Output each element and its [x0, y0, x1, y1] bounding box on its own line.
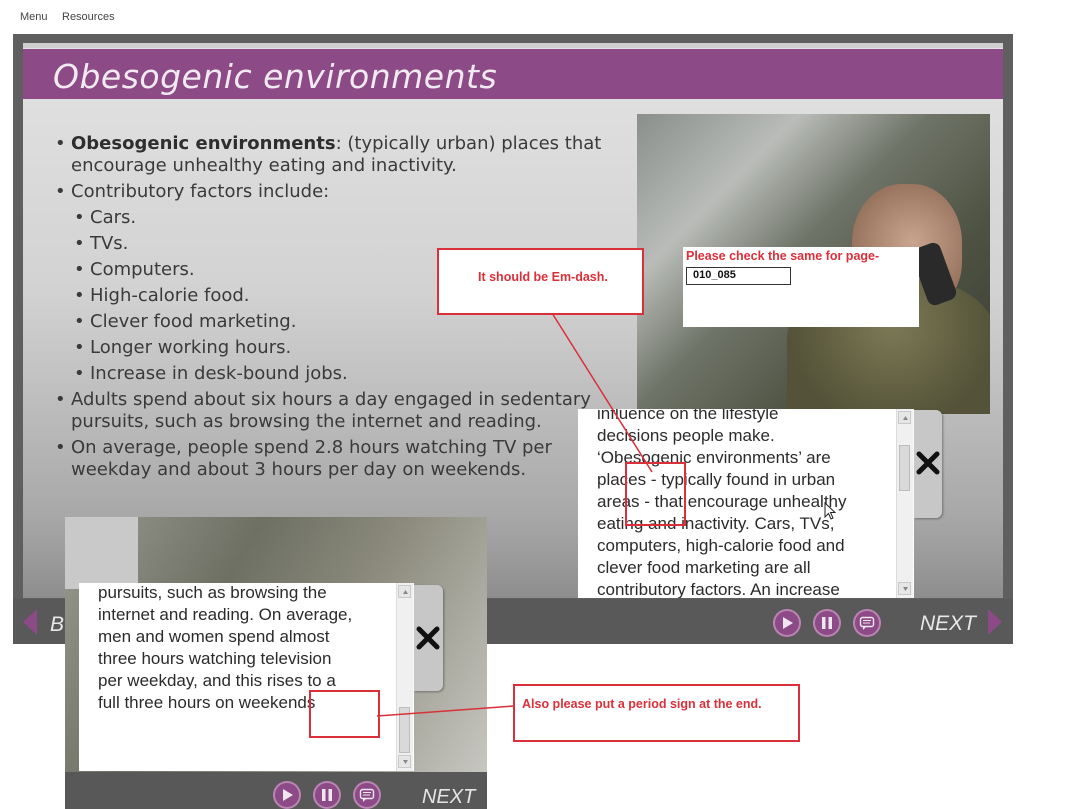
- annotation-em-dash: It should be Em-dash.: [437, 248, 644, 315]
- transcript-line: pursuits, such as browsing the: [98, 583, 327, 602]
- chevron-down-icon: [903, 587, 908, 591]
- chevron-up-icon: [403, 590, 408, 594]
- transcript-icon: [359, 788, 375, 802]
- close-icon: [416, 626, 440, 650]
- menu-link[interactable]: Menu: [20, 11, 48, 23]
- back-button-label[interactable]: B: [50, 613, 64, 637]
- annotation-check-page: Please check the same for page- 010_085: [683, 247, 919, 327]
- annotation-text: Please check the same for page-: [686, 249, 880, 263]
- transcript-line: contributory factors. An increase: [597, 580, 840, 598]
- transcript-scrollbar-left[interactable]: [396, 583, 413, 771]
- resources-link[interactable]: Resources: [62, 11, 115, 23]
- pause-button-secondary[interactable]: [313, 781, 341, 809]
- chevron-down-icon: [403, 760, 408, 764]
- sub-bullet-item: Increase in desk-bound jobs.: [74, 363, 615, 385]
- annotation-text: It should be Em-dash.: [478, 270, 608, 284]
- transcript-line: computers, high-calorie food and: [597, 536, 845, 555]
- transcript-line: internet and reading. On average,: [98, 605, 353, 624]
- transcript-icon: [859, 616, 875, 630]
- next-button-secondary[interactable]: NEXT: [422, 786, 475, 809]
- page-code: 010_085: [693, 269, 736, 281]
- page-code-box: 010_085: [686, 267, 791, 285]
- pause-icon: [822, 617, 832, 629]
- scroll-up-button[interactable]: [398, 585, 411, 598]
- play-icon: [283, 789, 293, 801]
- transcript-line: influence on the lifestyle: [597, 409, 779, 423]
- close-icon: [916, 451, 940, 475]
- transcript-button-secondary[interactable]: [353, 781, 381, 809]
- annotation-text: Also please put a period sign at the end…: [522, 697, 762, 711]
- top-menu-bar: Menu Resources: [0, 0, 1076, 34]
- slide-top-border: [23, 43, 1003, 48]
- scroll-up-button[interactable]: [898, 411, 911, 424]
- scroll-thumb[interactable]: [899, 445, 910, 491]
- play-button-secondary[interactable]: [273, 781, 301, 809]
- transcript-line: decisions people make.: [597, 426, 775, 445]
- next-button[interactable]: NEXT: [920, 612, 976, 636]
- transcript-line: three hours watching television: [98, 649, 332, 668]
- pause-button[interactable]: [813, 609, 841, 637]
- transcript-scrollbar-right[interactable]: [896, 409, 913, 598]
- bullet-item: Obesogenic environments: (typically urba…: [55, 133, 615, 177]
- secondary-player-overlay: [65, 517, 138, 589]
- bullet-item: Adults spend about six hours a day engag…: [55, 389, 615, 433]
- slide-title-bar: Obesogenic environments: [23, 49, 1003, 99]
- bullet-item: On average, people spend 2.8 hours watch…: [55, 437, 615, 481]
- transcript-line: men and women spend almost: [98, 627, 330, 646]
- close-transcript-button-right[interactable]: [914, 410, 942, 518]
- bullet-item: Contributory factors include:: [55, 181, 615, 203]
- close-transcript-button-left[interactable]: [414, 585, 443, 691]
- highlight-end-box: [309, 690, 380, 738]
- scroll-thumb[interactable]: [399, 707, 410, 753]
- bullet-bold-term: Obesogenic environments: [71, 133, 336, 154]
- mouse-cursor-icon: [824, 502, 836, 520]
- sub-bullet-item: Longer working hours.: [74, 337, 615, 359]
- sub-bullet-item: Cars.: [74, 207, 615, 229]
- chevron-up-icon: [903, 416, 908, 420]
- play-button[interactable]: [773, 609, 801, 637]
- back-arrow-icon[interactable]: [23, 609, 37, 635]
- play-icon: [783, 617, 793, 629]
- next-arrow-icon[interactable]: [988, 609, 1002, 635]
- annotation-period: Also please put a period sign at the end…: [513, 684, 800, 742]
- transcript-line: clever food marketing are all: [597, 558, 811, 577]
- highlight-dash-box: [625, 462, 686, 526]
- transcript-line: per weekday, and this rises to a: [98, 671, 336, 690]
- transcript-button[interactable]: [853, 609, 881, 637]
- pause-icon: [322, 789, 332, 801]
- scroll-down-button[interactable]: [898, 582, 911, 595]
- slide-title: Obesogenic environments: [53, 57, 498, 96]
- transcript-panel-left: pursuits, such as browsing the internet …: [79, 583, 414, 771]
- scroll-down-button[interactable]: [398, 755, 411, 768]
